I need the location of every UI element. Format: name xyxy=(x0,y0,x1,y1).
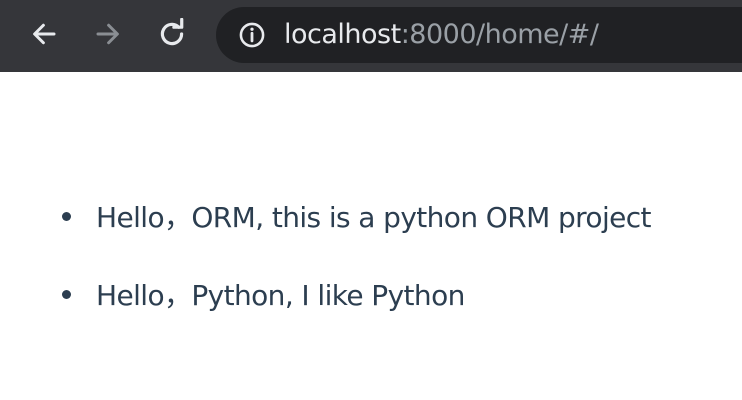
back-button[interactable] xyxy=(24,14,64,54)
list-item: Hello，Python, I like Python xyxy=(62,274,465,314)
bullet-icon xyxy=(62,211,71,221)
page-content: Hello，ORM, this is a python ORM project … xyxy=(0,72,742,400)
list-item-text: Hello，Python, I like Python xyxy=(96,279,465,312)
url-host: localhost xyxy=(284,19,401,50)
info-icon[interactable] xyxy=(238,21,266,49)
forward-button[interactable] xyxy=(88,14,128,54)
url-path: :8000/home/#/ xyxy=(400,19,599,50)
address-bar[interactable]: localhost:8000/home/#/ xyxy=(216,7,742,63)
url-text[interactable]: localhost:8000/home/#/ xyxy=(284,19,599,51)
arrow-left-icon xyxy=(33,23,56,45)
bullet-icon xyxy=(62,289,71,299)
arrow-right-icon xyxy=(96,23,119,45)
reload-button[interactable] xyxy=(152,14,192,54)
list-item: Hello，ORM, this is a python ORM project xyxy=(62,196,652,236)
browser-toolbar: localhost:8000/home/#/ xyxy=(0,0,742,72)
list-item-text: Hello，ORM, this is a python ORM project xyxy=(96,201,652,234)
reload-icon xyxy=(160,18,184,46)
